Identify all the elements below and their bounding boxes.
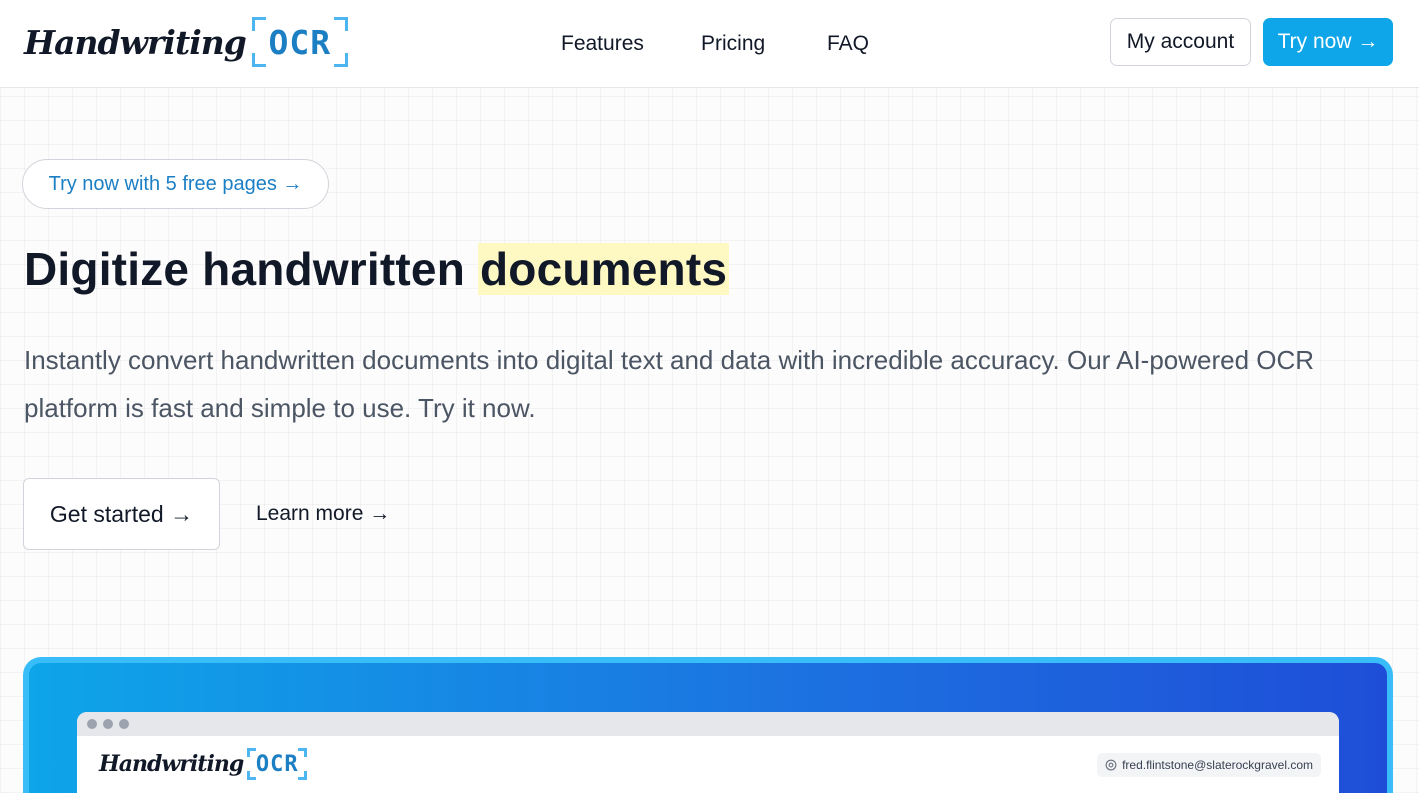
my-account-button[interactable]: My account (1110, 18, 1251, 66)
free-pages-pill-link[interactable]: Try now with 5 free pages → (22, 159, 329, 209)
nav-pricing-link[interactable]: Pricing (701, 32, 765, 56)
site-header: Handwriting OCR Features Pricing FAQ My … (0, 0, 1419, 88)
preview-logo-ocr-text: OCR (255, 751, 299, 777)
preview-logo-script: Handwriting (99, 751, 244, 777)
app-preview-window: Handwriting OCR fred.flintstone@slateroc… (77, 712, 1339, 793)
headline-text: Digitize handwritten (24, 243, 478, 295)
hero-headline: Digitize handwritten documents (24, 242, 730, 296)
at-sign-icon (1105, 759, 1117, 771)
get-started-button[interactable]: Get started → (23, 478, 220, 550)
window-dot-icon (119, 719, 129, 729)
window-dot-icon (103, 719, 113, 729)
learn-more-link[interactable]: Learn more → (256, 502, 390, 526)
logo-ocr-mark: OCR (251, 17, 348, 67)
nav-faq-link[interactable]: FAQ (827, 32, 869, 56)
headline-highlight: documents (477, 243, 730, 295)
try-now-button[interactable]: Try now → (1263, 18, 1393, 66)
site-logo[interactable]: Handwriting OCR (24, 14, 348, 70)
logo-script-text: Handwriting (24, 22, 247, 62)
preview-user-email: fred.flintstone@slaterockgravel.com (1097, 753, 1321, 777)
preview-logo-ocr-mark: OCR (247, 748, 308, 780)
nav-features-link[interactable]: Features (561, 32, 644, 56)
hero-subtext: Instantly convert handwritten documents … (24, 345, 1315, 423)
preview-logo: Handwriting OCR (99, 746, 308, 782)
logo-ocr-text: OCR (268, 22, 332, 62)
preview-email-text: fred.flintstone@slaterockgravel.com (1122, 758, 1313, 772)
window-dot-icon (87, 719, 97, 729)
browser-titlebar (77, 712, 1339, 736)
